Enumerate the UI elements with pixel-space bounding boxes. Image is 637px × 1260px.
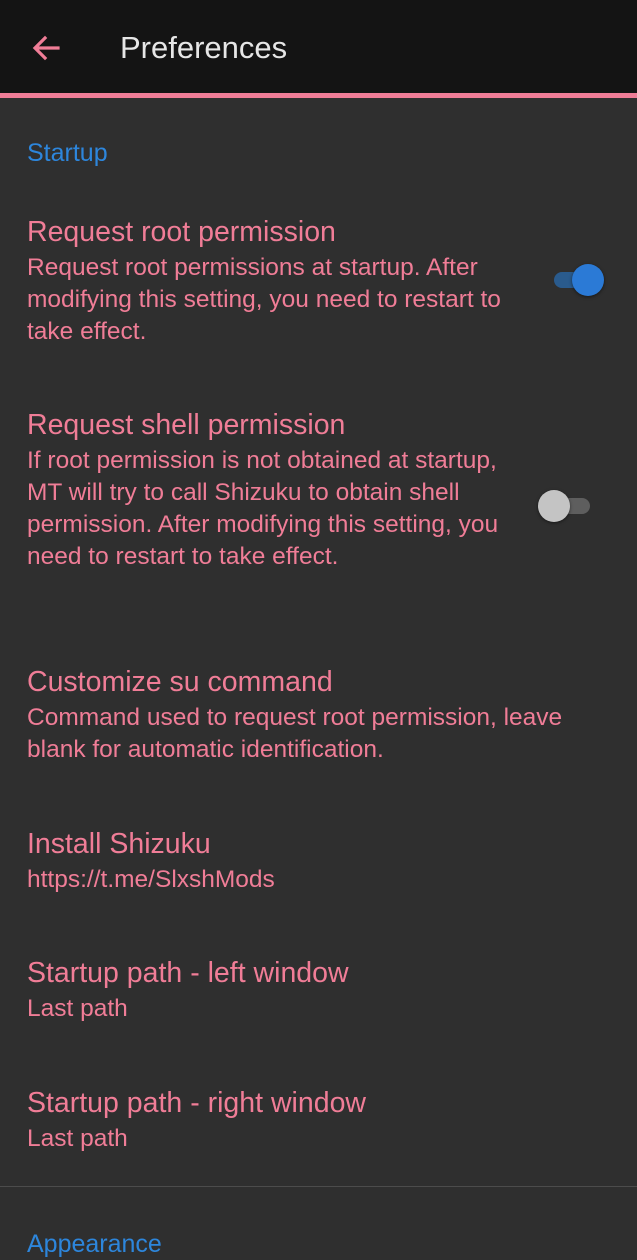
- pref-summary: Last path: [27, 995, 128, 1022]
- pref-startup-path-left[interactable]: Startup path - left window Last path: [0, 955, 637, 1045]
- pref-summary: Request root permissions at startup. Aft…: [27, 254, 501, 345]
- pref-summary: Last path: [27, 1125, 128, 1152]
- pref-title: Customize su command: [27, 666, 333, 698]
- pref-request-root-permission[interactable]: Request root permission Request root per…: [0, 214, 637, 364]
- pref-summary: Command used to request root permission,…: [27, 704, 563, 763]
- page-title: Preferences: [120, 30, 288, 65]
- pref-title: Install Shizuku: [27, 828, 211, 860]
- switch-thumb: [538, 490, 570, 522]
- toolbar-accent-line: [0, 93, 637, 98]
- pref-summary: https://t.me/SlxshMods: [27, 866, 275, 893]
- switch-thumb: [572, 264, 604, 296]
- pref-title: Startup path - left window: [27, 957, 349, 989]
- pref-install-shizuku[interactable]: Install Shizuku https://t.me/SlxshMods: [0, 826, 637, 916]
- arrow-left-icon: [32, 35, 60, 61]
- toolbar: Preferences: [0, 0, 637, 93]
- shell-permission-switch[interactable]: [538, 488, 594, 524]
- back-button[interactable]: [24, 26, 68, 70]
- pref-request-shell-permission[interactable]: Request shell permission If root permiss…: [0, 407, 637, 617]
- pref-title: Startup path - right window: [27, 1087, 367, 1119]
- root-permission-switch[interactable]: [550, 262, 606, 298]
- pref-summary: If root permission is not obtained at st…: [27, 447, 499, 570]
- pref-customize-su-command[interactable]: Customize su command Command used to req…: [0, 664, 637, 784]
- pref-title: Request shell permission: [27, 409, 346, 441]
- section-divider: [0, 1186, 637, 1187]
- pref-title: Request root permission: [27, 216, 336, 248]
- section-header-appearance: Appearance: [27, 1230, 162, 1258]
- section-header-startup: Startup: [27, 139, 108, 167]
- pref-startup-path-right[interactable]: Startup path - right window Last path: [0, 1085, 637, 1175]
